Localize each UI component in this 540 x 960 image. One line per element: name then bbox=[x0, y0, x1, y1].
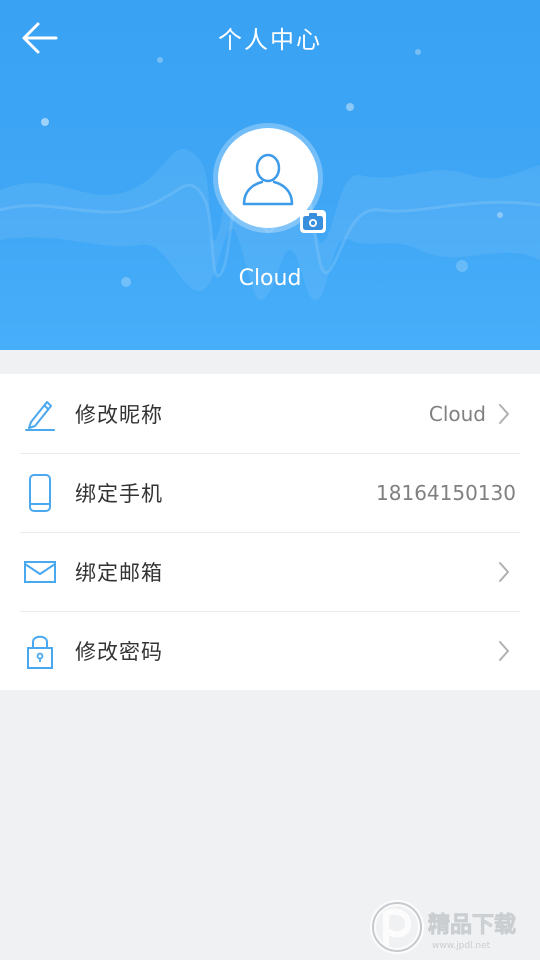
envelope-icon bbox=[23, 552, 57, 592]
edit-nickname-row[interactable]: 修改昵称 Cloud bbox=[0, 374, 540, 453]
chevron-right-icon bbox=[494, 402, 514, 426]
personal-center-screen: 个人中心 Cloud 修改昵称 Cloud 绑定手机 18164150130 绑… bbox=[0, 0, 540, 960]
site-watermark: 精品下载 www.jpdl.net bbox=[370, 900, 516, 954]
bind-email-label: 绑定邮箱 bbox=[75, 560, 163, 585]
watermark-text: 精品下载 bbox=[428, 912, 516, 938]
camera-icon bbox=[300, 210, 326, 233]
bind-phone-label: 绑定手机 bbox=[75, 481, 163, 506]
pencil-icon bbox=[23, 394, 57, 434]
chevron-right-icon bbox=[494, 560, 514, 584]
change-avatar-button[interactable] bbox=[298, 206, 328, 236]
change-password-row[interactable]: 修改密码 bbox=[0, 611, 540, 690]
username: Cloud bbox=[238, 266, 302, 291]
phone-icon bbox=[23, 473, 57, 513]
user-avatar-icon bbox=[242, 153, 294, 206]
watermark-subtext: www.jpdl.net bbox=[432, 941, 491, 951]
nickname-value: Cloud bbox=[428, 401, 486, 426]
bind-email-row[interactable]: 绑定邮箱 bbox=[0, 532, 540, 611]
profile-header: 个人中心 Cloud bbox=[0, 0, 540, 350]
avatar-container bbox=[218, 128, 326, 234]
chevron-right-icon bbox=[494, 639, 514, 663]
change-password-label: 修改密码 bbox=[75, 639, 163, 664]
settings-list: 修改昵称 Cloud 绑定手机 18164150130 绑定邮箱 修改密码 bbox=[0, 374, 540, 690]
phone-number-value: 18164150130 bbox=[376, 480, 516, 505]
edit-nickname-label: 修改昵称 bbox=[75, 402, 163, 427]
bind-phone-row[interactable]: 绑定手机 18164150130 bbox=[0, 453, 540, 532]
lock-icon bbox=[23, 631, 57, 671]
page-title: 个人中心 bbox=[218, 26, 322, 54]
